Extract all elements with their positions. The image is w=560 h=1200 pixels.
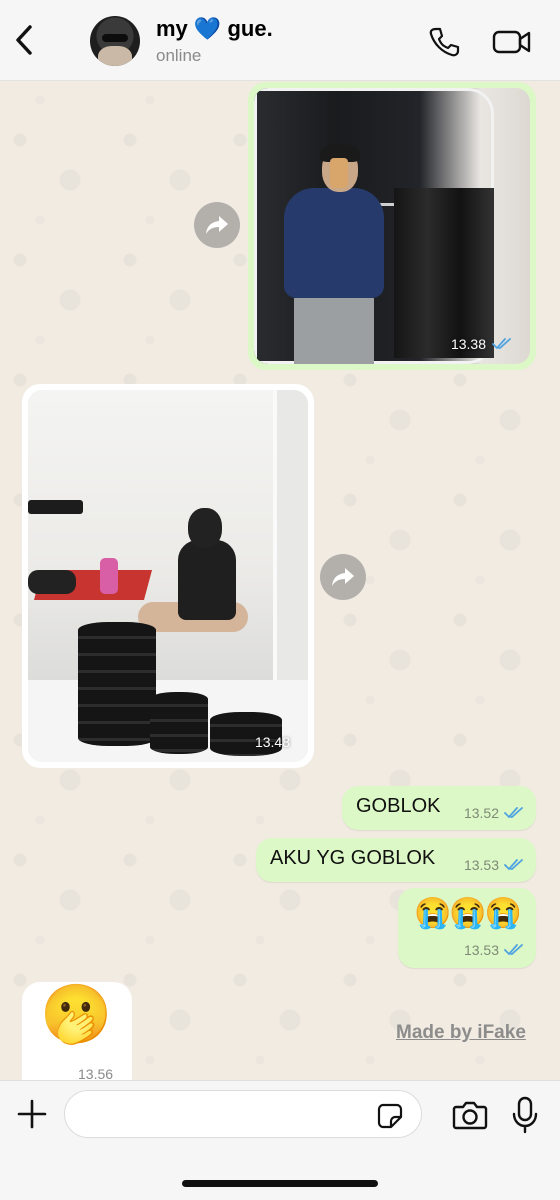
outgoing-emoji-message[interactable]: 😭😭😭 13.53 [398, 888, 536, 968]
photo-person-body [178, 540, 236, 620]
photo-weight-plates [78, 622, 156, 746]
chat-screen: my 💙 gue. online 13.38 13.48 GOBLOK 13.5… [0, 0, 560, 1200]
heart-emoji: 💙 [193, 16, 222, 41]
photo-weight-plates [150, 692, 208, 754]
phone-icon [429, 27, 460, 57]
message-text: 😭😭😭 [414, 897, 522, 930]
incoming-photo-message[interactable]: 13.48 [22, 384, 314, 768]
message-time: 13.48 [254, 734, 290, 750]
photo-person [284, 144, 384, 364]
contact-avatar[interactable] [90, 16, 140, 66]
incoming-emoji-message[interactable]: 🫢 13.56 [22, 982, 132, 1082]
microphone-icon [512, 1096, 538, 1134]
double-check-icon [504, 944, 523, 956]
forward-arrow-icon [332, 568, 354, 586]
mirror-selfie-photo[interactable]: 13.38 [254, 88, 530, 364]
photo-phone [330, 158, 348, 188]
outgoing-photo-message[interactable]: 13.38 [248, 82, 536, 370]
photo-dumbbell [28, 570, 76, 594]
camera-icon [452, 1101, 488, 1130]
sticker-button[interactable] [372, 1098, 408, 1134]
photo-bench [28, 500, 83, 514]
message-meta: 13.53 [464, 857, 524, 873]
microphone-button[interactable] [508, 1094, 542, 1136]
contact-name[interactable]: my 💙 gue. [156, 16, 273, 42]
message-meta: 13.38 [451, 336, 512, 352]
message-meta: 13.52 [464, 805, 524, 821]
attach-button[interactable] [14, 1094, 50, 1134]
outgoing-text-message[interactable]: AKU YG GOBLOK 13.53 [256, 838, 536, 882]
message-text: AKU YG GOBLOK [270, 847, 436, 869]
contact-name-suffix: gue. [227, 16, 273, 41]
contact-name-prefix: my [156, 16, 188, 41]
forward-button[interactable] [194, 202, 240, 248]
forward-button[interactable] [320, 554, 366, 600]
message-meta: 13.53 [464, 942, 524, 958]
back-button[interactable] [8, 22, 40, 58]
plus-icon [17, 1099, 47, 1129]
contact-status: online [156, 46, 202, 65]
message-input[interactable] [64, 1090, 422, 1138]
home-indicator [182, 1180, 378, 1187]
message-text: 🫢 [40, 982, 113, 1047]
photo-shirt [284, 188, 384, 298]
double-check-icon [504, 807, 523, 819]
message-time: 13.53 [463, 942, 499, 958]
outgoing-text-message[interactable]: GOBLOK 13.52 [342, 786, 536, 830]
message-time: 13.52 [463, 805, 499, 821]
chat-header: my 💙 gue. online [0, 0, 560, 81]
forward-arrow-icon [206, 216, 228, 234]
photo-hanging-clothes [394, 188, 494, 358]
message-time: 13.53 [463, 857, 499, 873]
chevron-left-icon [16, 25, 32, 55]
video-camera-icon [492, 30, 531, 54]
message-meta: 13.48 [255, 734, 290, 750]
photo-bottle [100, 558, 118, 594]
photo-person-head [188, 508, 222, 548]
camera-button[interactable] [450, 1096, 490, 1134]
message-text: GOBLOK [356, 795, 441, 817]
watermark-text: Made by iFake [396, 1022, 526, 1043]
sticker-icon [377, 1103, 403, 1129]
video-call-button[interactable] [490, 22, 534, 62]
photo-pants [294, 298, 374, 364]
double-check-icon [492, 338, 511, 350]
gym-selfie-photo[interactable]: 13.48 [28, 390, 308, 762]
message-time: 13.38 [450, 336, 486, 352]
voice-call-button[interactable] [424, 22, 464, 62]
double-check-icon [504, 859, 523, 871]
